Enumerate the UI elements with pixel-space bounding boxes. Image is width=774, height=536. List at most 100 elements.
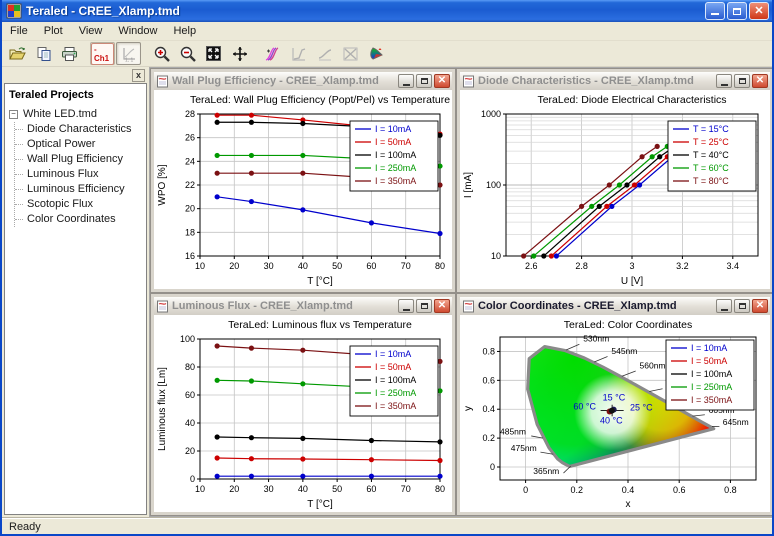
maximize-button[interactable] [727,2,747,20]
diode-characteristics-chart[interactable]: 2.62.833.23.4101001000TeraLed: Diode Ele… [460,90,770,289]
color-coordinates-titlebar[interactable]: Color Coordinates - CREE_Xlamp.tmd ✕ [460,297,770,315]
tree-item-scotopic-flux[interactable]: Scotopic Flux [15,197,144,212]
svg-text:T = 80°C: T = 80°C [693,176,729,186]
wall-plug-maximize-button[interactable] [416,74,432,88]
copy-icon [36,46,52,62]
svg-text:I = 100mA: I = 100mA [375,375,416,385]
zoom-extents-icon [205,45,222,62]
svg-text:26: 26 [185,133,195,143]
svg-text:22: 22 [185,180,195,190]
svg-text:0: 0 [190,474,195,484]
diode-minimize-button[interactable] [716,74,732,88]
child-window-luminous-flux: Luminous Flux - CREE_Xlamp.tmd ✕ 1020304… [151,294,455,515]
curve-tool-1-button[interactable] [286,42,311,65]
menu-help[interactable]: Help [165,23,204,39]
cie-diagram-button[interactable] [364,42,389,65]
app-logo-icon [6,3,22,19]
svg-text:100: 100 [486,180,501,190]
mdi-workspace: Wall Plug Efficiency - CREE_Xlamp.tmd ✕ … [149,67,772,517]
copy-button[interactable] [31,42,56,65]
svg-text:T [°C]: T [°C] [307,276,333,287]
clear-plot-button[interactable] [338,42,363,65]
wall-plug-minimize-button[interactable] [398,74,414,88]
tree-item-luminous-flux[interactable]: Luminous Flux [15,167,144,182]
svg-text:x: x [626,499,631,510]
app-titlebar[interactable]: Teraled - CREE_Xlamp.tmd ✕ [2,0,772,22]
plot-curves-button[interactable] [260,42,285,65]
print-button[interactable] [57,42,82,65]
tree-item-optical-power[interactable]: Optical Power [15,137,144,152]
svg-text:60: 60 [366,484,376,494]
minimize-button[interactable] [705,2,725,20]
svg-text:645nm: 645nm [723,417,749,427]
wall-plug-titlebar[interactable]: Wall Plug Efficiency - CREE_Xlamp.tmd ✕ [154,72,452,90]
channel-toggle-button[interactable]: -Ch1 [90,42,115,65]
svg-text:TeraLed: Color Coordinates: TeraLed: Color Coordinates [564,319,692,331]
child-window-diode-characteristics: Diode Characteristics - CREE_Xlamp.tmd ✕… [457,69,773,292]
menu-window[interactable]: Window [110,23,165,39]
menu-file[interactable]: File [2,23,36,39]
app-window: Teraled - CREE_Xlamp.tmd ✕ File Plot Vie… [0,0,774,536]
svg-text:I = 250mA: I = 250mA [375,388,416,398]
svg-text:50: 50 [332,261,342,271]
color-coordinates-minimize-button[interactable] [716,299,732,313]
diode-titlebar[interactable]: Diode Characteristics - CREE_Xlamp.tmd ✕ [460,72,770,90]
tree-root-node[interactable]: − White LED.tmd [7,107,144,122]
luminous-flux-chart[interactable]: 1020304050607080020406080100TeraLed: Lum… [154,315,452,512]
svg-text:T [°C]: T [°C] [307,499,333,510]
close-button[interactable]: ✕ [749,2,769,20]
svg-text:20: 20 [185,204,195,214]
svg-text:560nm: 560nm [640,360,666,370]
svg-text:1, 1: 1, 1 [125,57,134,62]
document-icon [156,75,169,88]
svg-text:TeraLed: Luminous flux vs Temp: TeraLed: Luminous flux vs Temperature [228,319,412,331]
zoom-out-icon [179,45,197,63]
svg-text:30: 30 [264,261,274,271]
tree-item-luminous-efficiency[interactable]: Luminous Efficiency [15,182,144,197]
tree-item-color-coordinates[interactable]: Color Coordinates [15,212,144,227]
diode-close-button[interactable]: ✕ [752,74,768,88]
svg-text:T = 60°C: T = 60°C [693,163,729,173]
svg-text:I = 100mA: I = 100mA [691,369,732,379]
menu-plot[interactable]: Plot [36,23,71,39]
zoom-in-icon [153,45,171,63]
svg-text:100: 100 [180,334,195,344]
curve-tool-2-button[interactable] [312,42,337,65]
scale-settings-button[interactable]: 1, 1 [116,42,141,65]
zoom-out-button[interactable] [175,42,200,65]
menu-view[interactable]: View [71,23,111,39]
luminous-flux-close-button[interactable]: ✕ [434,299,450,313]
color-coordinates-chart[interactable]: 530nm545nm560nm575nm605nm645nm485nm475nm… [460,315,770,512]
pan-button[interactable] [227,42,252,65]
statusbar: Ready [2,517,772,536]
svg-text:18: 18 [185,227,195,237]
svg-text:40: 40 [298,261,308,271]
projects-sidebar: x Teraled Projects − White LED.tmd Diode… [2,67,149,517]
wall-plug-close-button[interactable]: ✕ [434,74,450,88]
svg-text:TeraLed: Wall Plug Efficiency: TeraLed: Wall Plug Efficiency (Popt/Pel)… [190,94,450,106]
open-button[interactable] [5,42,30,65]
sidebar-close-button[interactable]: x [132,69,145,82]
svg-text:I = 100mA: I = 100mA [375,150,416,160]
zoom-in-button[interactable] [149,42,174,65]
tree-item-wall-plug-efficiency[interactable]: Wall Plug Efficiency [15,152,144,167]
svg-text:Luminous flux [Lm]: Luminous flux [Lm] [157,367,168,451]
luminous-flux-minimize-button[interactable] [398,299,414,313]
svg-text:T = 15°C: T = 15°C [693,124,729,134]
color-coordinates-close-button[interactable]: ✕ [752,299,768,313]
luminous-flux-maximize-button[interactable] [416,299,432,313]
diode-maximize-button[interactable] [734,74,750,88]
luminous-flux-titlebar[interactable]: Luminous Flux - CREE_Xlamp.tmd ✕ [154,297,452,315]
projects-header: Teraled Projects [7,87,144,107]
svg-text:T = 25°C: T = 25°C [693,137,729,147]
color-coordinates-maximize-button[interactable] [734,299,750,313]
svg-text:3.4: 3.4 [727,261,740,271]
wall-plug-efficiency-chart[interactable]: 102030405060708016182022242628TeraLed: W… [154,90,452,289]
svg-text:25 °C: 25 °C [630,402,653,412]
svg-text:70: 70 [401,484,411,494]
collapse-expander-icon[interactable]: − [9,110,18,119]
print-icon [61,46,78,62]
tree-item-diode-characteristics[interactable]: Diode Characteristics [15,122,144,137]
zoom-extents-button[interactable] [201,42,226,65]
svg-text:545nm: 545nm [611,346,637,356]
